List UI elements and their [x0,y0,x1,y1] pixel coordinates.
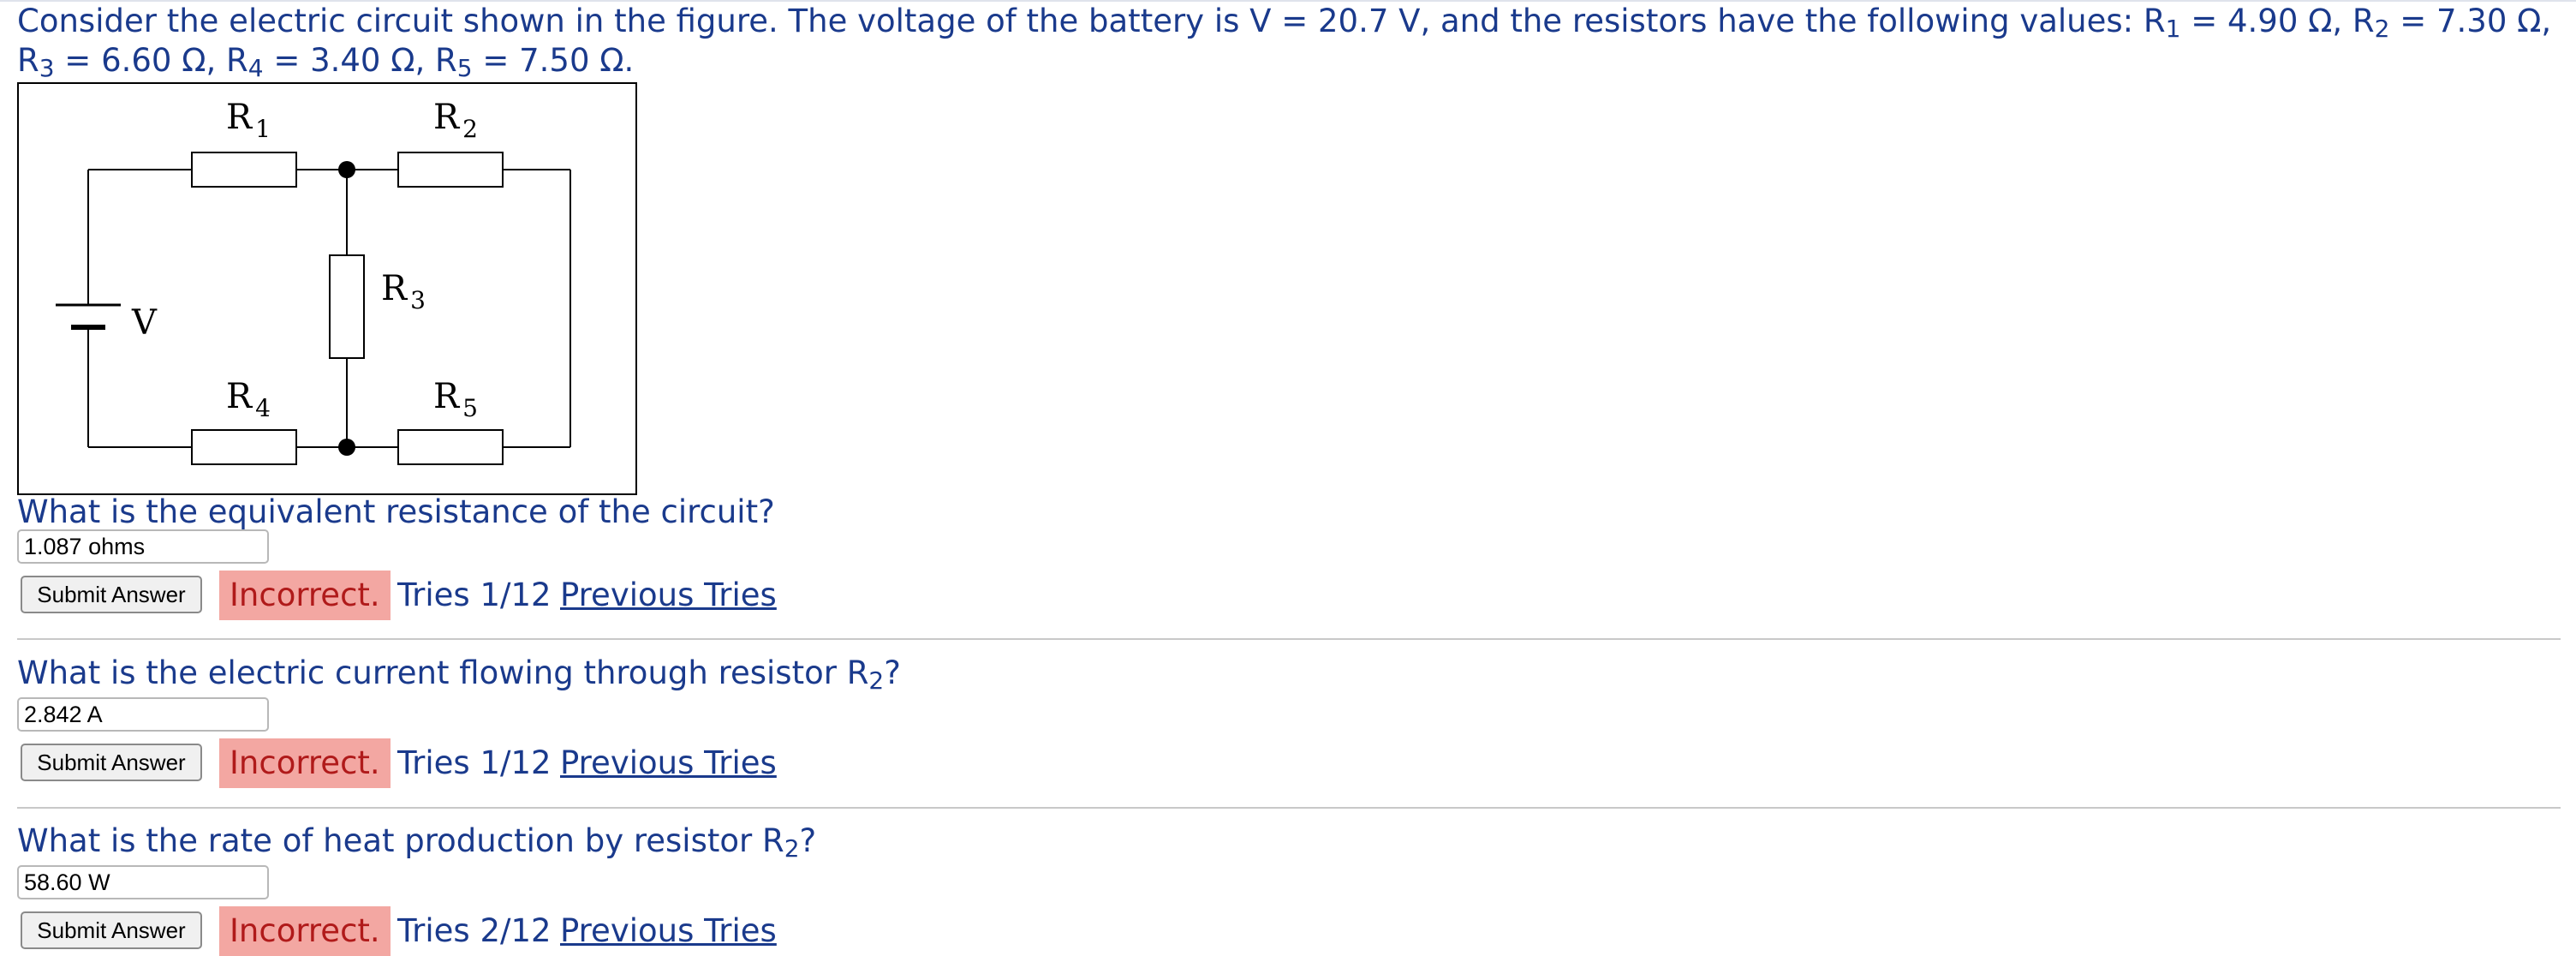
svg-text:R2: R2 [433,98,478,143]
question-3-previous-tries-link[interactable]: Previous Tries [560,906,777,956]
r3-subscript: 3 [39,54,55,82]
question-2-submit-button[interactable]: Submit Answer [21,744,202,781]
question-3-answer-input[interactable] [17,865,269,899]
label-r2-subscript: 2 [462,115,478,143]
r1-value-text: = 4.90 Ω, R [2180,3,2375,39]
question-3-text: What is the rate of heat production by r… [17,822,817,861]
problem-intro-text: Consider the electric circuit shown in t… [17,3,2166,39]
resistor-r5 [397,429,504,465]
svg-text:R4: R4 [226,377,271,422]
question-3-text-main: What is the rate of heat production by r… [17,822,784,859]
question-2-tries: Tries 1/12 [397,744,552,781]
question-1-tries: Tries 1/12 [397,577,552,613]
question-3-text-end: ? [799,822,817,859]
r5-subscript: 5 [456,54,473,82]
question-2-text: What is the electric current flowing thr… [17,654,901,693]
question-1-status-badge: Incorrect. [219,571,391,620]
resistor-r3 [329,254,365,359]
question-3-submit-button[interactable]: Submit Answer [21,911,202,949]
question-2-answer-input[interactable] [17,697,269,732]
label-r5-subscript: 5 [462,394,478,422]
label-r4-subscript: 4 [255,394,271,422]
svg-text:R1: R1 [226,98,271,143]
question-2-status-badge: Incorrect. [219,738,391,788]
question-1-previous-tries-link[interactable]: Previous Tries [560,571,777,620]
problem-statement: Consider the electric circuit shown in t… [17,2,2561,81]
resistor-r2 [397,152,504,188]
question-1-answer-input[interactable] [17,529,269,564]
r1-subscript: 1 [2165,15,2181,43]
r5-value-text: = 7.50 Ω. [472,42,635,79]
label-r1: R [226,98,253,137]
question-3-subscript: 2 [784,834,800,863]
r2-subscript: 2 [2374,15,2390,43]
label-r3-subscript: 3 [410,286,426,314]
label-r3: R [381,269,408,308]
divider-2 [17,807,2561,809]
question-1-submit-button[interactable]: Submit Answer [21,576,202,613]
r4-value-text: = 3.40 Ω, R [263,42,457,79]
resistor-r1 [191,152,297,188]
label-voltage: V [131,303,158,343]
svg-text:R5: R5 [433,377,478,422]
divider-1 [17,638,2561,640]
svg-text:R3: R3 [381,269,426,314]
circuit-diagram: R1 R2 R3 R4 R5 V [56,98,571,465]
question-3-status-badge: Incorrect. [219,906,391,956]
question-2-text-main: What is the electric current flowing thr… [17,654,869,691]
question-2-previous-tries-link[interactable]: Previous Tries [560,738,777,788]
r4-subscript: 4 [247,54,264,82]
label-r2: R [433,98,461,137]
circuit-figure: R1 R2 R3 R4 R5 V [17,82,637,495]
junction-bottom [338,439,355,456]
r2-value-text: = 7.30 Ω, [2389,3,2552,39]
question-2-subscript: 2 [868,666,885,695]
resistor-r4 [191,429,297,465]
question-3-tries: Tries 2/12 [397,912,552,949]
label-r5: R [433,377,461,416]
label-r1-subscript: 1 [255,115,271,143]
r3-value-text: = 6.60 Ω, R [54,42,248,79]
question-2-text-end: ? [884,654,901,691]
r3-prefix: R [17,42,39,79]
question-1-text: What is the equivalent resistance of the… [17,493,775,530]
label-r4: R [226,377,253,416]
junction-top [338,161,355,178]
